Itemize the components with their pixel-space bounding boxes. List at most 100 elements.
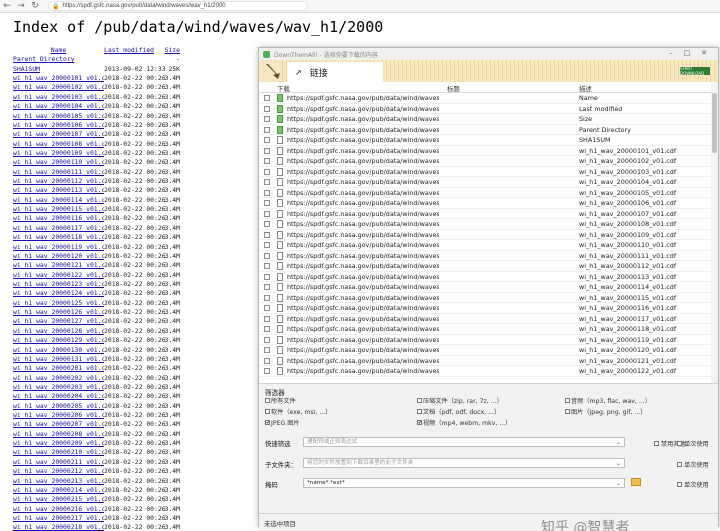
file-link[interactable]: wi_h1_wav_20000127_v01.cdf [13, 317, 104, 325]
file-link[interactable]: wi_h1_wav_20000208_v01.cdf [13, 430, 104, 438]
filter-option-checkbox[interactable]: JPEG 图片 [265, 418, 300, 427]
file-link[interactable]: wi_h1_wav_20000129_v01.cdf [13, 336, 104, 344]
row-checkbox[interactable] [264, 168, 270, 175]
column-description[interactable]: 描述 [579, 84, 592, 93]
download-row[interactable]: https://spdf.gsfc.nasa.gov/pub/data/wind… [259, 209, 711, 219]
download-row[interactable]: https://spdf.gsfc.nasa.gov/pub/data/wind… [259, 335, 711, 345]
file-link[interactable]: wi_h1_wav_20000116_v01.cdf [13, 214, 104, 222]
download-row[interactable]: https://spdf.gsfc.nasa.gov/pub/data/wind… [259, 177, 711, 188]
file-link[interactable]: wi_h1_wav_20000115_v01.cdf [13, 205, 104, 213]
back-icon[interactable]: ← [0, 0, 14, 12]
download-row[interactable]: https://spdf.gsfc.nasa.gov/pub/data/wind… [259, 261, 711, 272]
sort-name-link[interactable]: Name [51, 46, 66, 54]
filter-option-checkbox[interactable]: 软件（exe, msi, ...） [265, 407, 331, 416]
filter-option-checkbox[interactable]: 音频（mp3, flac, wav, ...） [565, 396, 651, 405]
row-checkbox[interactable] [264, 221, 270, 227]
download-row[interactable]: https://spdf.gsfc.nasa.gov/pub/data/wind… [259, 114, 711, 125]
file-link[interactable]: wi_h1_wav_20000111_v01.cdf [13, 168, 104, 176]
file-link[interactable]: wi_h1_wav_20000209_v01.cdf [13, 439, 104, 447]
file-link[interactable]: wi_h1_wav_20000110_v01.cdf [13, 158, 104, 166]
row-checkbox[interactable] [264, 284, 270, 290]
file-link[interactable]: wi_h1_wav_20000218_v01.cdf [13, 523, 104, 531]
column-title[interactable]: 标题 [447, 84, 460, 93]
file-link[interactable]: wi_h1_wav_20000203_v01.cdf [13, 383, 104, 391]
file-link[interactable]: wi_h1_wav_20000204_v01.cdf [13, 392, 104, 400]
download-row[interactable]: https://spdf.gsfc.nasa.gov/pub/data/wind… [259, 93, 711, 104]
file-link[interactable]: wi_h1_wav_20000126_v01.cdf [13, 308, 104, 316]
file-link[interactable]: wi_h1_wav_20000120_v01.cdf [13, 252, 104, 260]
row-checkbox[interactable] [264, 368, 270, 374]
checkbox-icon[interactable] [565, 398, 570, 403]
download-row[interactable]: https://spdf.gsfc.nasa.gov/pub/data/wind… [259, 219, 711, 230]
row-checkbox[interactable] [264, 158, 270, 164]
file-link[interactable]: wi_h1_wav_20000215_v01.cdf [13, 495, 104, 503]
download-row[interactable]: https://spdf.gsfc.nasa.gov/pub/data/wind… [259, 293, 711, 303]
file-link[interactable]: wi_h1_wav_20000118_v01.cdf [13, 233, 104, 241]
file-link[interactable]: wi_h1_wav_20000217_v01.cdf [13, 514, 104, 522]
row-checkbox[interactable] [264, 273, 270, 280]
file-link[interactable]: wi_h1_wav_20000131_v01.cdf [13, 355, 104, 363]
download-row[interactable]: https://spdf.gsfc.nasa.gov/pub/data/wind… [259, 303, 711, 314]
file-link[interactable]: wi_h1_wav_20000114_v01.cdf [13, 196, 104, 204]
row-checkbox[interactable] [264, 305, 270, 311]
file-link[interactable]: wi_h1_wav_20000106_v01.cdf [13, 121, 104, 129]
download-row[interactable]: https://spdf.gsfc.nasa.gov/pub/data/wind… [259, 345, 711, 356]
file-link[interactable]: wi_h1_wav_20000121_v01.cdf [13, 261, 104, 269]
row-checkbox[interactable] [264, 252, 270, 259]
row-checkbox[interactable] [264, 326, 270, 332]
file-link[interactable]: wi_h1_wav_20000210_v01.cdf [13, 448, 104, 456]
file-link[interactable]: wi_h1_wav_20000128_v01.cdf [13, 327, 104, 335]
minimize-icon[interactable]: – [664, 49, 678, 59]
download-row[interactable]: https://spdf.gsfc.nasa.gov/pub/data/wind… [259, 240, 711, 251]
file-link[interactable]: wi_h1_wav_20000101_v01.cdf [13, 74, 104, 82]
download-row[interactable]: https://spdf.gsfc.nasa.gov/pub/data/wind… [259, 135, 711, 146]
filter-option-checkbox[interactable]: 文档（pdf, odf, docx, ...） [417, 407, 500, 416]
parent-directory-link[interactable]: Parent Directory [13, 55, 75, 63]
file-link[interactable]: wi_h1_wav_20000205_v01.cdf [13, 402, 104, 410]
row-checkbox[interactable] [264, 294, 270, 301]
row-checkbox[interactable] [264, 105, 270, 112]
checkbox-icon[interactable] [265, 398, 270, 403]
file-link[interactable]: wi_h1_wav_20000211_v01.cdf [13, 458, 104, 466]
row-checkbox[interactable] [264, 200, 270, 206]
file-link[interactable]: wi_h1_wav_20000212_v01.cdf [13, 467, 104, 475]
close-icon[interactable]: ✕ [697, 49, 711, 59]
file-link[interactable]: wi_h1_wav_20000122_v01.cdf [13, 271, 104, 279]
filter-option-checkbox[interactable]: 图片（jpeg, png, gif, ...） [565, 407, 646, 416]
row-checkbox[interactable] [264, 137, 270, 143]
row-checkbox[interactable] [264, 347, 270, 353]
download-row[interactable]: https://spdf.gsfc.nasa.gov/pub/data/wind… [259, 324, 711, 335]
row-checkbox[interactable] [264, 189, 270, 196]
row-checkbox[interactable] [264, 357, 270, 364]
sort-modified-link[interactable]: Last modified [104, 46, 164, 55]
download-row[interactable]: https://spdf.gsfc.nasa.gov/pub/data/wind… [259, 167, 711, 177]
file-link[interactable]: wi_h1_wav_20000201_v01.cdf [13, 364, 104, 372]
file-link[interactable]: wi_h1_wav_20000104_v01.cdf [13, 102, 104, 110]
row-checkbox[interactable] [264, 263, 270, 269]
row-checkbox[interactable] [264, 315, 270, 322]
checkbox-icon[interactable] [417, 420, 422, 425]
folder-icon[interactable] [631, 478, 641, 486]
sha1sum-link[interactable]: SHA1SUM [13, 65, 40, 73]
download-row[interactable]: https://spdf.gsfc.nasa.gov/pub/data/wind… [259, 282, 711, 293]
download-row[interactable]: https://spdf.gsfc.nasa.gov/pub/data/wind… [259, 146, 711, 156]
file-link[interactable]: wi_h1_wav_20000108_v01.cdf [13, 140, 104, 148]
file-link[interactable]: wi_h1_wav_20000202_v01.cdf [13, 374, 104, 382]
quick-filter-input[interactable]: 通配符或正则表达式 ⌄ [303, 437, 625, 447]
mask-input[interactable]: *name*.*ext* ⌄ [303, 478, 625, 488]
forward-icon[interactable]: → [14, 0, 28, 12]
file-link[interactable]: wi_h1_wav_20000123_v01.cdf [13, 280, 104, 288]
file-link[interactable]: wi_h1_wav_20000206_v01.cdf [13, 411, 104, 419]
reload-icon[interactable]: ↻ [28, 0, 42, 12]
row-checkbox[interactable] [264, 179, 270, 185]
download-row[interactable]: https://spdf.gsfc.nasa.gov/pub/data/wind… [259, 314, 711, 324]
chevron-down-icon[interactable]: ⌄ [616, 459, 621, 467]
file-link[interactable]: wi_h1_wav_20000105_v01.cdf [13, 112, 104, 120]
checkbox-icon[interactable] [417, 398, 422, 403]
row-checkbox[interactable] [264, 126, 270, 133]
download-row[interactable]: https://spdf.gsfc.nasa.gov/pub/data/wind… [259, 272, 711, 282]
file-link[interactable]: wi_h1_wav_20000119_v01.cdf [13, 243, 104, 251]
filter-option-checkbox[interactable]: 所有文件 [265, 396, 296, 405]
file-link[interactable]: wi_h1_wav_20000107_v01.cdf [13, 130, 104, 138]
row-checkbox[interactable] [264, 116, 270, 122]
